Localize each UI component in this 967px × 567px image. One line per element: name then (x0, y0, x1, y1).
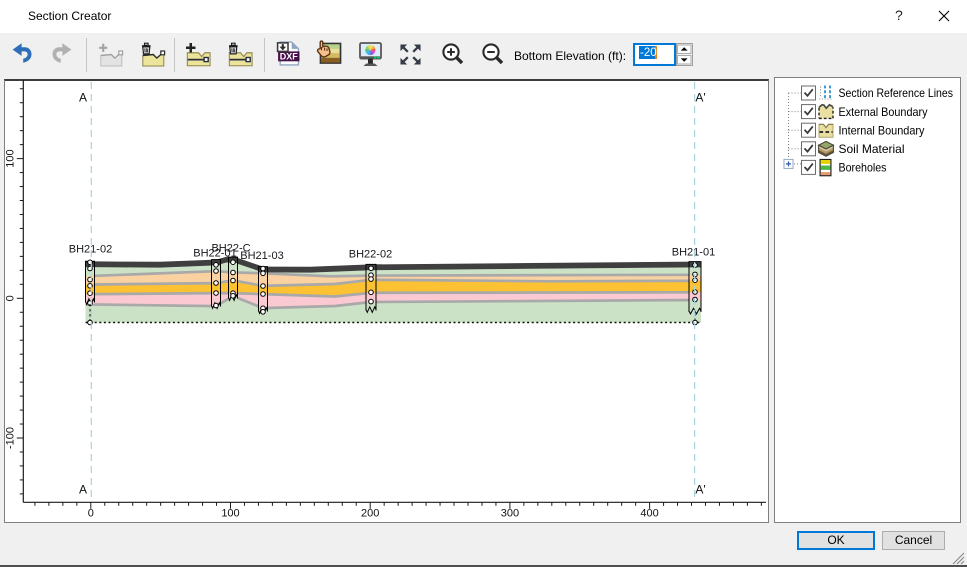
svg-text:A': A' (695, 483, 705, 497)
svg-text:A: A (79, 91, 87, 105)
svg-text:BH21-01: BH21-01 (672, 247, 715, 259)
svg-text:DXF: DXF (280, 52, 298, 62)
svg-text:200: 200 (361, 508, 379, 520)
svg-text:External Boundary: External Boundary (839, 105, 928, 119)
svg-text:BH21-02: BH21-02 (69, 244, 112, 256)
svg-text:Boreholes: Boreholes (839, 161, 887, 175)
svg-text:-100: -100 (5, 427, 17, 449)
svg-text:BH22-02: BH22-02 (349, 249, 392, 261)
svg-text:Soil Material: Soil Material (839, 142, 905, 156)
svg-text:300: 300 (501, 508, 519, 520)
svg-text:A: A (79, 483, 87, 497)
svg-text:A': A' (695, 91, 705, 105)
svg-text:Section Reference Lines: Section Reference Lines (839, 86, 954, 100)
svg-text:Internal Boundary: Internal Boundary (839, 123, 925, 137)
svg-text:100: 100 (221, 508, 239, 520)
svg-text:BH21-03: BH21-03 (240, 250, 283, 262)
svg-text:400: 400 (640, 508, 658, 520)
svg-text:0: 0 (88, 508, 94, 520)
svg-text:100: 100 (5, 149, 17, 167)
svg-text:0: 0 (5, 295, 17, 301)
